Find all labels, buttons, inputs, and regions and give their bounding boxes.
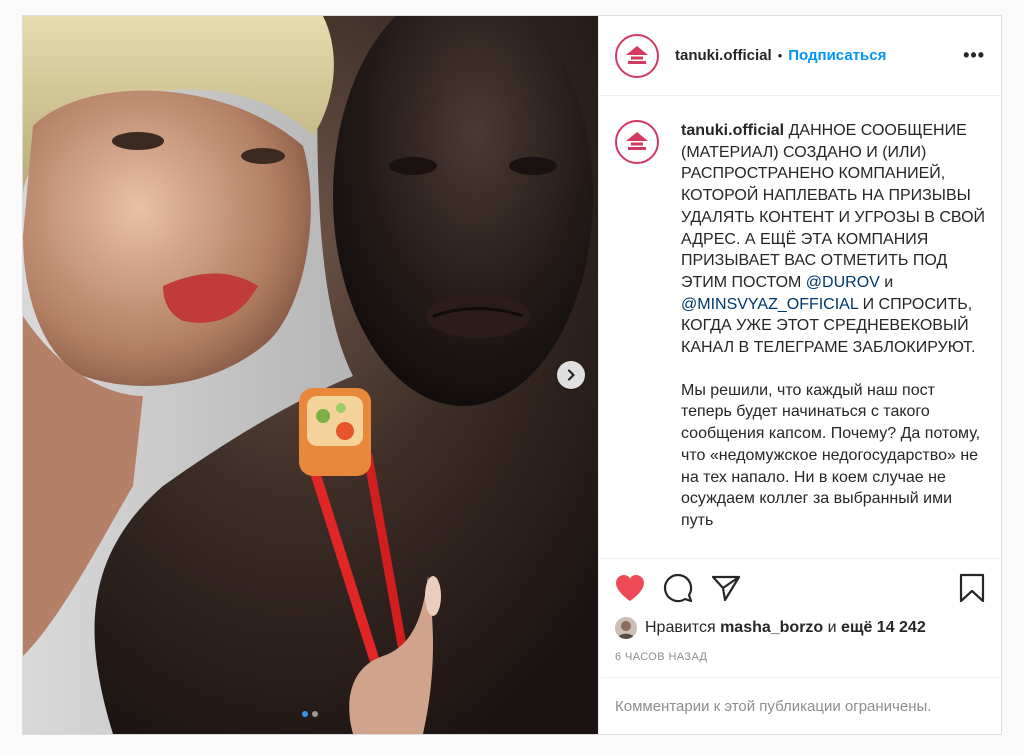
action-icons bbox=[615, 571, 985, 605]
tanuki-logo-icon bbox=[626, 45, 648, 64]
caption-avatar[interactable] bbox=[615, 120, 659, 164]
avatar-icon bbox=[615, 617, 637, 639]
caption-conjunction: и bbox=[884, 273, 894, 291]
paper-plane-icon bbox=[711, 575, 741, 602]
carousel-dot bbox=[312, 711, 318, 717]
heart-filled-icon bbox=[616, 575, 644, 601]
carousel-next-button[interactable] bbox=[557, 361, 585, 389]
post-side-panel: tanuki.official • Подписаться ••• tanuki… bbox=[598, 16, 1001, 734]
likes-conjunction: и bbox=[827, 619, 837, 636]
save-button[interactable] bbox=[959, 573, 985, 603]
post-header: tanuki.official • Подписаться ••• bbox=[599, 16, 1001, 96]
instagram-post: tanuki.official • Подписаться ••• tanuki… bbox=[22, 15, 1002, 735]
chevron-right-icon bbox=[567, 369, 575, 381]
mention-minsvyaz-link[interactable]: @MINSVYAZ_OFFICIAL bbox=[681, 296, 858, 313]
caption-section: tanuki.official ДАННОЕ СООБЩЕНИЕ (МАТЕРИ… bbox=[599, 96, 1001, 558]
photo-illustration bbox=[23, 16, 598, 734]
share-button[interactable] bbox=[711, 574, 741, 602]
carousel-dot-active bbox=[302, 711, 308, 717]
likes-prefix: Нравится bbox=[645, 619, 716, 636]
header-separator: • bbox=[777, 48, 783, 63]
bookmark-icon bbox=[959, 573, 985, 603]
tanuki-logo-icon bbox=[626, 132, 648, 150]
caption-text: tanuki.official ДАННОЕ СООБЩЕНИЕ (МАТЕРИ… bbox=[681, 120, 985, 558]
caption-text-part1: ДАННОЕ СООБЩЕНИЕ (МАТЕРИАЛ) СОЗДАНО И (И… bbox=[681, 122, 986, 291]
liker-avatar[interactable] bbox=[615, 617, 637, 639]
more-options-button[interactable]: ••• bbox=[963, 45, 985, 66]
post-timestamp[interactable]: 6 ЧАСОВ НАЗАД bbox=[615, 651, 985, 663]
post-actions: Нравится masha_borzo и ещё 14 242 6 ЧАСО… bbox=[599, 558, 1001, 677]
like-button[interactable] bbox=[615, 574, 645, 602]
mention-durov-link[interactable]: @DUROV bbox=[806, 274, 880, 291]
account-username[interactable]: tanuki.official bbox=[675, 47, 772, 64]
account-avatar[interactable] bbox=[615, 33, 659, 78]
likes-count[interactable]: ещё 14 242 bbox=[841, 619, 926, 637]
carousel-indicator bbox=[302, 711, 318, 717]
caption-username[interactable]: tanuki.official bbox=[681, 122, 784, 139]
caption-paragraph-2: Мы решили, что каждый наш пост теперь бу… bbox=[681, 381, 981, 529]
liker-username[interactable]: masha_borzo bbox=[720, 619, 823, 637]
comment-button[interactable] bbox=[663, 573, 693, 603]
caption-paragraph-1: tanuki.official ДАННОЕ СООБЩЕНИЕ (МАТЕРИ… bbox=[681, 120, 985, 359]
comments-limited-notice: Комментарии к этой публикации ограничены… bbox=[599, 677, 1001, 734]
comment-icon bbox=[664, 574, 693, 603]
follow-button[interactable]: Подписаться bbox=[788, 47, 886, 64]
post-photo[interactable] bbox=[23, 16, 598, 734]
likes-summary: Нравится masha_borzo и ещё 14 242 bbox=[615, 617, 985, 639]
